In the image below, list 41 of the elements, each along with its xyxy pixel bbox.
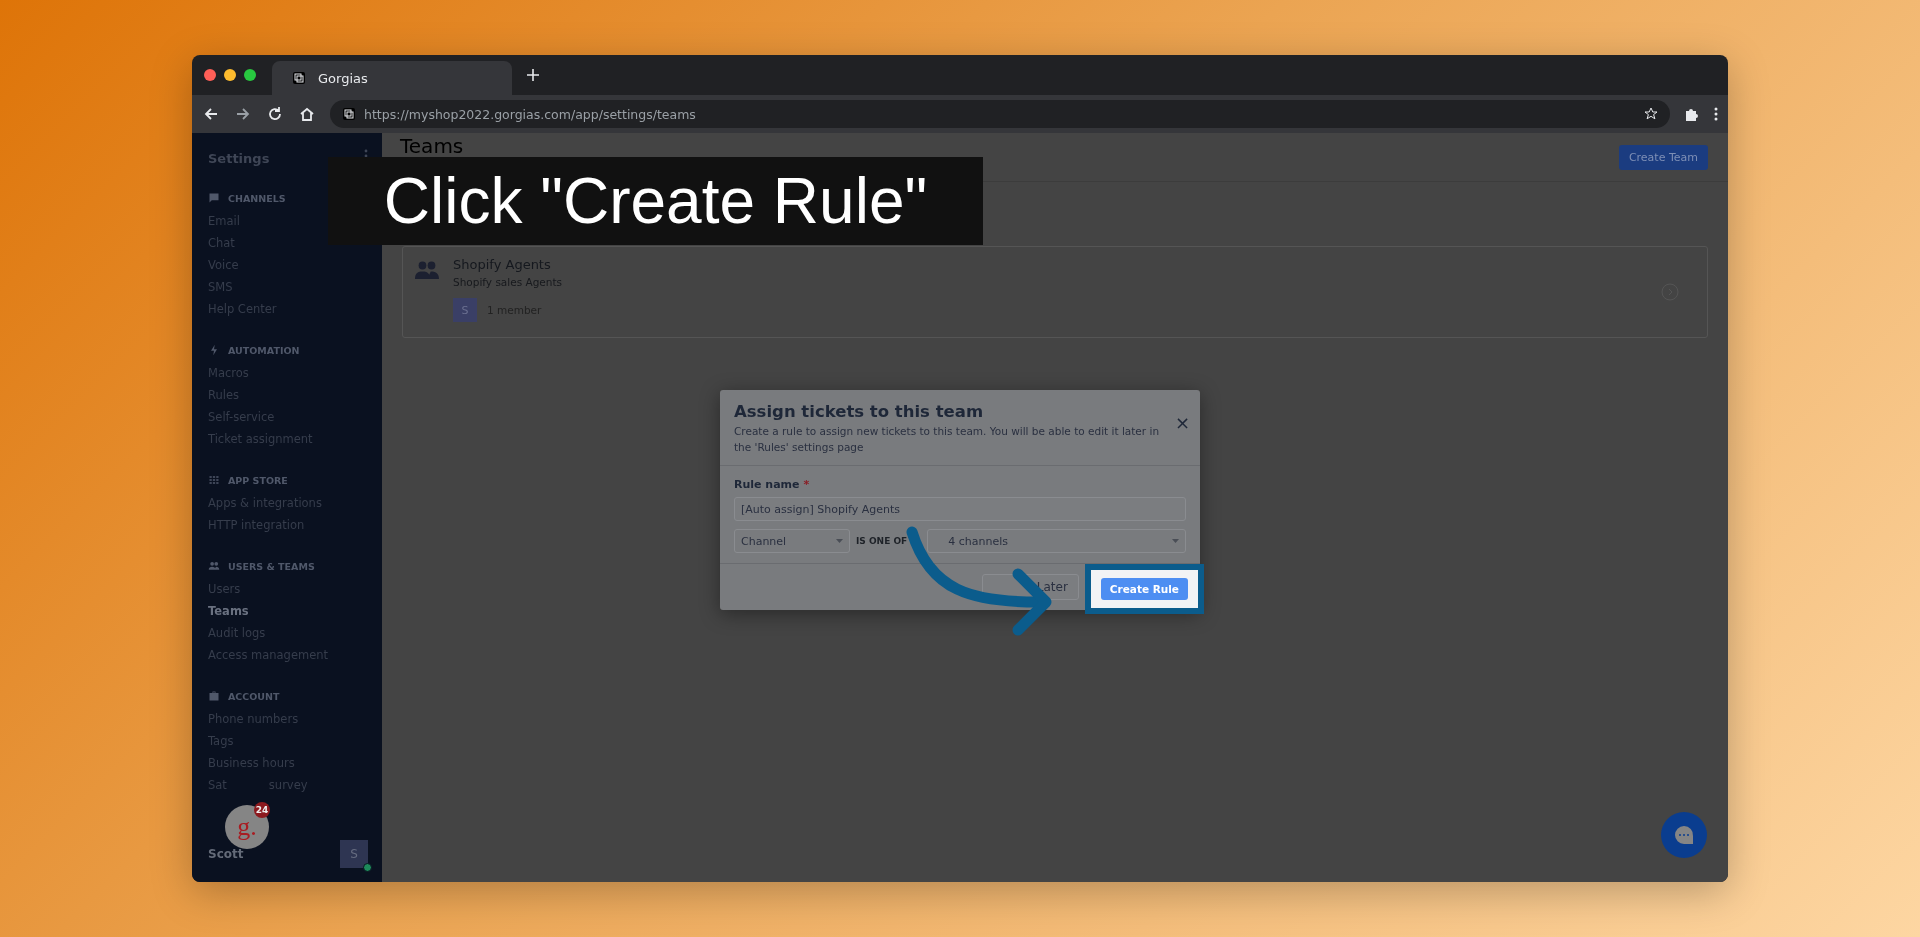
section-heading: CHANNELS xyxy=(228,192,286,204)
page-icon xyxy=(292,71,306,85)
operator-label: IS ONE OF xyxy=(856,536,908,546)
puzzle-icon[interactable] xyxy=(1684,106,1700,122)
url-text: https://myshop2022.gorgias.com/app/settings/teams xyxy=(364,106,697,122)
people-icon xyxy=(415,261,439,279)
address-bar[interactable]: https://myshop2022.gorgias.com/app/settings/teams xyxy=(330,100,1670,128)
chat-icon xyxy=(208,192,220,204)
chat-bubble-icon xyxy=(1673,825,1695,845)
dialog-description: Create a rule to assign new tickets to this team. You will be able to edit it later in the 'Rules' settings page xyxy=(734,424,1160,455)
reload-icon[interactable] xyxy=(266,105,284,123)
create-team-button[interactable]: Create Team xyxy=(1618,144,1708,170)
briefcase-icon xyxy=(208,690,220,702)
minimize-window-dot[interactable] xyxy=(224,69,236,81)
page-title: Teams xyxy=(400,134,464,158)
section-heading: APP STORE xyxy=(228,474,288,486)
value-dropdown[interactable]: 4 channels xyxy=(927,529,1186,553)
caret-icon xyxy=(836,539,843,543)
field-dropdown[interactable]: Channel xyxy=(734,529,850,553)
user-name: Scott xyxy=(208,847,244,861)
star-icon[interactable] xyxy=(1644,107,1658,121)
caret-icon xyxy=(1172,539,1179,543)
rule-name-field[interactable]: [Auto assign] Shopify Agents xyxy=(734,497,1186,521)
grid-icon xyxy=(208,474,220,486)
section-heading: ACCOUNT xyxy=(228,690,280,702)
field-label: Rule name * xyxy=(734,478,811,491)
create-rule-button[interactable]: Create Rule xyxy=(1100,578,1188,600)
close-button[interactable]: × xyxy=(1174,412,1190,433)
home-icon[interactable] xyxy=(298,105,316,123)
more-icon[interactable] xyxy=(1714,107,1718,121)
page-icon xyxy=(342,107,356,121)
maximize-window-dot[interactable] xyxy=(244,69,256,81)
sidebar-item[interactable]: Teams xyxy=(208,600,249,622)
browser-tab[interactable]: Gorgias xyxy=(272,61,512,95)
section-heading: AUTOMATION xyxy=(228,344,300,356)
bolt-icon xyxy=(208,344,220,356)
section-heading: USERS & TEAMS xyxy=(228,560,315,572)
dialog-title: Assign tickets to this team xyxy=(734,402,985,421)
instruction-tooltip: Click "Create Rule" xyxy=(328,157,983,245)
people-icon xyxy=(208,560,220,572)
close-window-dot[interactable] xyxy=(204,69,216,81)
